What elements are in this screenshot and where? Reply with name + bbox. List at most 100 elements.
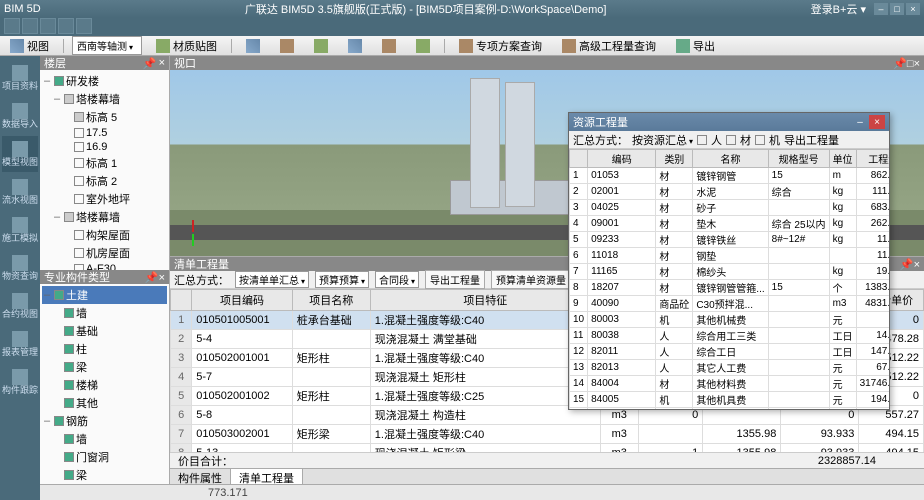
close-panel-icon[interactable]: × (159, 57, 165, 70)
nav-构件跟踪[interactable]: 构件跟踪 (2, 364, 38, 400)
tree-node[interactable]: –塔楼幕墙 (42, 208, 167, 226)
tree-node[interactable]: 16.9 (42, 140, 167, 154)
tree-node[interactable]: –塔楼幕墙 (42, 90, 167, 108)
type-tree[interactable]: –土建墙基础柱梁楼梯其他–钢筋墙门窗洞梁柱基础其他–给排水管道(水)阀门法兰(水… (40, 284, 169, 484)
resource-window[interactable]: 资源工程量 – × 汇总方式： 按资源汇总 人 材 机 导出工程量 编码类别名称… (568, 112, 890, 410)
tool-measure-icon[interactable] (274, 37, 300, 55)
tree-node[interactable]: 室外地坪 (42, 190, 167, 208)
left-nav: 项目资料数据导入模型视图流水视图施工模拟物资查询合约视图报表管理构件跟踪 (0, 56, 40, 500)
plan-query-button[interactable]: 专项方案查询 (453, 36, 548, 56)
nav-报表管理[interactable]: 报表管理 (2, 326, 38, 362)
main-toolbar: 视图 西南等轴测 材质贴图 专项方案查询 高级工程量查询 导出 (0, 36, 924, 56)
viewport-header: 视口 📌□× (170, 56, 924, 70)
filter-machine-checkbox[interactable] (755, 135, 765, 145)
tree-node[interactable]: 柱 (42, 340, 167, 358)
total-value: 2328857.14 (818, 455, 876, 467)
nav-施工模拟[interactable]: 施工模拟 (2, 212, 38, 248)
rule-dropdown[interactable]: 合同段 (375, 271, 419, 288)
tree-node[interactable]: 标高 5 (42, 108, 167, 126)
tree-node[interactable]: 标高 1 (42, 154, 167, 172)
window-title: 广联达 BIM5D 3.5旗舰版(正式版) - [BIM5D项目案例-D:\Wo… (41, 1, 811, 17)
maximize-icon[interactable]: □ (907, 58, 914, 70)
budget-dropdown[interactable]: 预算预算 (315, 271, 369, 288)
view-button[interactable]: 视图 (4, 36, 55, 56)
pin-icon[interactable]: 📌 (893, 58, 907, 70)
nav-合约视图[interactable]: 合约视图 (2, 288, 38, 324)
close-icon[interactable]: × (914, 58, 920, 70)
tool-isolate-icon[interactable] (410, 37, 436, 55)
nav-模型视图[interactable]: 模型视图 (2, 136, 38, 172)
tab-props[interactable]: 构件属性 (170, 469, 231, 484)
filter-material-checkbox[interactable] (726, 135, 736, 145)
filter-labor-checkbox[interactable] (697, 135, 707, 145)
menu-undo-icon[interactable] (58, 18, 74, 34)
tree-node[interactable]: 其他 (42, 394, 167, 412)
summary-mode-dropdown[interactable]: 按清单单汇总 (235, 271, 309, 288)
cube-icon (10, 39, 24, 53)
pin-icon[interactable]: 📌 (145, 272, 159, 284)
close-panel-icon[interactable]: × (159, 272, 165, 284)
viewmode-dropdown[interactable]: 西南等轴测 (72, 36, 142, 55)
tool-nav-icon[interactable] (240, 37, 266, 55)
tree-node[interactable]: –土建 (42, 286, 167, 304)
types-panel-header: 专业构件类型 📌× (40, 270, 169, 284)
progress-icon (562, 39, 576, 53)
floor-tree[interactable]: –研发楼–塔楼幕墙标高 517.516.9标高 1标高 2室外地坪–塔楼幕墙构架… (40, 70, 169, 270)
material-button[interactable]: 材质贴图 (150, 36, 223, 56)
resource-grid[interactable]: 编码类别名称规格型号单位工程量单价合价(元)101053材镀锌钢管15m862.… (569, 149, 889, 409)
pin-icon[interactable]: 📌 (900, 259, 914, 271)
close-button[interactable]: × (906, 3, 920, 15)
cloud-login[interactable]: 登录B+云 ▾ (811, 1, 866, 17)
tree-node[interactable]: 构架屋面 (42, 226, 167, 244)
tool-hide-icon[interactable] (376, 37, 402, 55)
export-icon (676, 39, 690, 53)
tree-node[interactable]: 墙 (42, 430, 167, 448)
material-icon (156, 39, 170, 53)
res-mode-dropdown[interactable]: 按资源汇总 (632, 132, 693, 148)
tree-node[interactable]: 基础 (42, 322, 167, 340)
compass-icon (178, 218, 208, 248)
status-bar: 773.171 (40, 484, 924, 500)
minimize-button[interactable]: – (874, 3, 888, 15)
nav-物资查询[interactable]: 物资查询 (2, 250, 38, 286)
tree-node[interactable]: 墙 (42, 304, 167, 322)
title-bar: BIM 5D 广联达 BIM5D 3.5旗舰版(正式版) - [BIM5D项目案… (0, 0, 924, 18)
nav-数据导入[interactable]: 数据导入 (2, 98, 38, 134)
tab-bill[interactable]: 清单工程量 (231, 469, 303, 484)
menu-save-icon[interactable] (40, 18, 56, 34)
maximize-button[interactable]: □ (890, 3, 904, 15)
app-logo: BIM 5D (4, 3, 41, 15)
tool-section-icon[interactable] (308, 37, 334, 55)
tree-node[interactable]: 标高 2 (42, 172, 167, 190)
floors-panel-header: 楼层 📌× (40, 56, 169, 70)
close-icon[interactable]: × (914, 259, 920, 271)
nav-项目资料[interactable]: 项目资料 (2, 60, 38, 96)
budget-res-button[interactable]: 预算清单资源量 (491, 270, 571, 289)
tree-node[interactable]: 楼梯 (42, 376, 167, 394)
tree-node[interactable]: –研发楼 (42, 72, 167, 90)
menu-redo-icon[interactable] (76, 18, 92, 34)
close-icon[interactable]: × (869, 115, 885, 129)
nav-流水视图[interactable]: 流水视图 (2, 174, 38, 210)
bill-tabs: 构件属性 清单工程量 (170, 468, 924, 484)
pin-icon[interactable]: 📌 (143, 57, 157, 70)
tool-walk-icon[interactable] (342, 37, 368, 55)
tree-node[interactable]: –钢筋 (42, 412, 167, 430)
resource-toolbar: 汇总方式： 按资源汇总 人 材 机 导出工程量 (569, 131, 889, 149)
tree-node[interactable]: 梁 (42, 466, 167, 484)
tree-node[interactable]: 梁 (42, 358, 167, 376)
minimize-icon[interactable]: – (852, 115, 868, 129)
tree-node[interactable]: 17.5 (42, 126, 167, 140)
menu-bar (0, 18, 924, 36)
menu-open-icon[interactable] (22, 18, 38, 34)
plan-icon (459, 39, 473, 53)
tree-node[interactable]: 门窗洞 (42, 448, 167, 466)
menu-new-icon[interactable] (4, 18, 20, 34)
res-export-button[interactable]: 导出工程量 (784, 132, 839, 148)
status-coord: 773.171 (208, 487, 248, 499)
progress-query-button[interactable]: 高级工程量查询 (556, 36, 662, 56)
export-qty-button[interactable]: 导出工程量 (425, 270, 485, 289)
resource-window-header[interactable]: 资源工程量 – × (569, 113, 889, 131)
export-button[interactable]: 导出 (670, 36, 721, 56)
tree-node[interactable]: 机房屋面 (42, 244, 167, 262)
